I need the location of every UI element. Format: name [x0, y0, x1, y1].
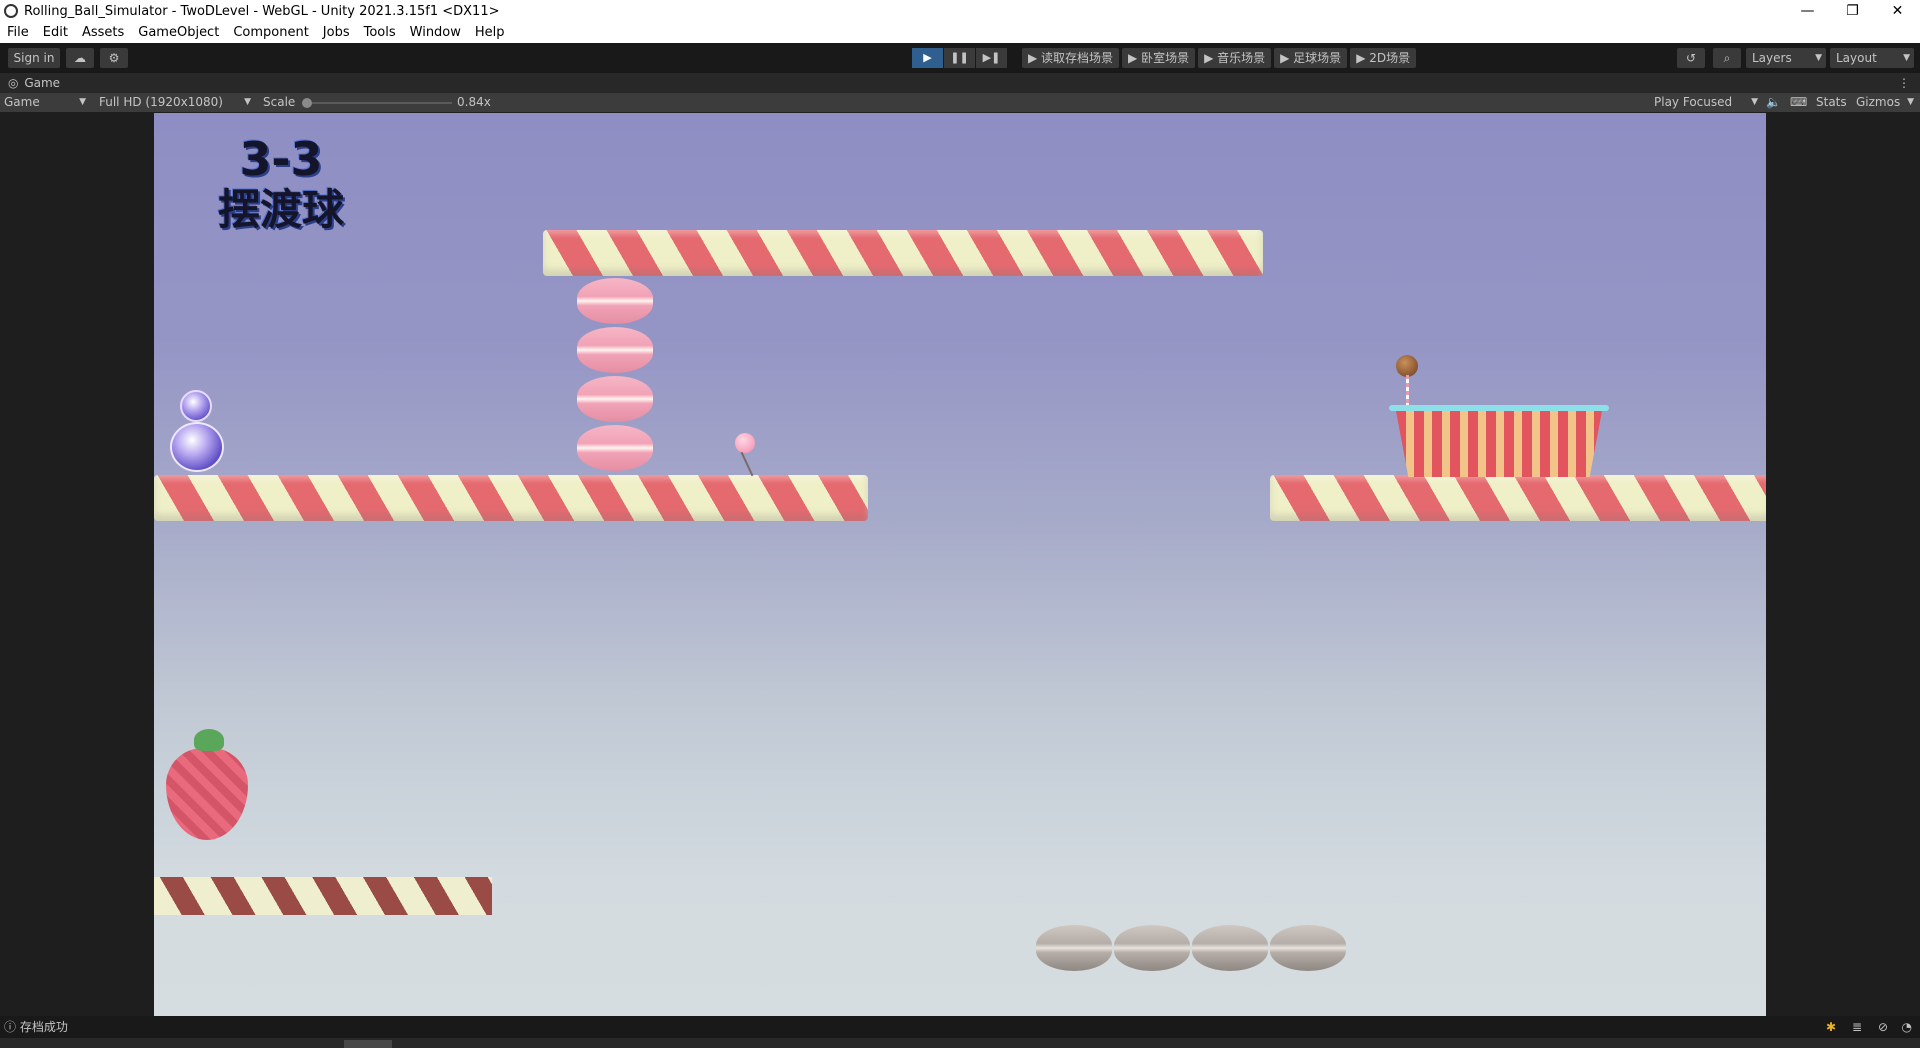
- display-dropdown[interactable]: Game ▼: [4, 93, 88, 112]
- layers-dropdown[interactable]: Layers ▼: [1746, 48, 1826, 68]
- taskbar-item[interactable]: [344, 1040, 392, 1048]
- menu-edit[interactable]: Edit: [36, 25, 75, 40]
- play-controls: ▶ ❚❚ ▶❚: [912, 48, 1008, 68]
- brown-striped-platform: [154, 877, 492, 915]
- scale-slider-track: [302, 102, 452, 104]
- chevron-down-icon: ▼: [244, 97, 251, 107]
- cloud-icon[interactable]: ☁: [66, 48, 94, 68]
- restore-button[interactable]: ❐: [1830, 0, 1875, 22]
- layers-label: Layers: [1752, 51, 1792, 65]
- keyboard-icon[interactable]: ⌨: [1790, 93, 1807, 112]
- player-ball-head: [180, 390, 212, 422]
- strawberry-leaf: [194, 729, 224, 751]
- scene-shortcuts: ▶ 读取存档场景 ▶ 卧室场景 ▶ 音乐场景 ▶ 足球场景 ▶ 2D场景: [1022, 48, 1419, 68]
- scale-label: Scale: [263, 95, 296, 109]
- history-icon[interactable]: ↺: [1677, 48, 1705, 68]
- window-controls: — ❐ ✕: [1785, 0, 1920, 22]
- bottom-strip: [0, 1038, 1920, 1048]
- layout-dropdown[interactable]: Layout ▼: [1830, 48, 1914, 68]
- play-mode-label: Play Focused: [1654, 95, 1733, 109]
- game-tab-bar: ◎ Game ⋮: [0, 73, 1920, 93]
- unity-logo-icon: [4, 4, 18, 18]
- stats-button[interactable]: Stats: [1816, 93, 1847, 112]
- more-options-icon[interactable]: ⋮: [1898, 73, 1910, 93]
- layout-label: Layout: [1836, 51, 1877, 65]
- pause-button[interactable]: ❚❚: [944, 48, 975, 68]
- scene-button-2d[interactable]: ▶ 2D场景: [1350, 48, 1417, 68]
- play-button[interactable]: ▶: [912, 48, 943, 68]
- play-mode-dropdown[interactable]: Play Focused ▼: [1654, 93, 1760, 112]
- player-ball-body: [170, 422, 224, 472]
- level-title: 3-3 摆渡球: [196, 133, 366, 235]
- tab-game[interactable]: Game: [24, 76, 60, 90]
- chevron-down-icon: ▼: [1815, 53, 1822, 63]
- game-view-bar: Game ▼ Full HD (1920x1080) ▼ Scale 0.84x…: [0, 93, 1920, 112]
- status-message: 存档成功: [19, 1020, 68, 1034]
- menu-bar: File Edit Assets GameObject Component Jo…: [0, 22, 1920, 43]
- menu-assets[interactable]: Assets: [75, 25, 131, 40]
- cache-server-icon[interactable]: ≣: [1852, 1016, 1862, 1038]
- goal-stick: [1406, 375, 1409, 407]
- audio-mute-icon[interactable]: 🔈: [1766, 93, 1781, 112]
- gizmos-dropdown[interactable]: Gizmos ▼: [1856, 93, 1916, 112]
- resolution-label: Full HD (1920x1080): [99, 95, 223, 109]
- lollipop: [735, 433, 755, 453]
- macaron-pink: [577, 376, 653, 422]
- scale-slider[interactable]: [302, 93, 452, 112]
- macaron-pink: [577, 327, 653, 373]
- debug-mode-icon[interactable]: ⊘: [1878, 1016, 1888, 1038]
- strawberry: [166, 748, 248, 840]
- sign-in-button[interactable]: Sign in: [8, 48, 60, 68]
- candy-cane-platform-left: [154, 475, 868, 521]
- menu-jobs[interactable]: Jobs: [316, 25, 357, 40]
- menu-window[interactable]: Window: [403, 25, 468, 40]
- lollipop-stick: [740, 451, 754, 477]
- info-icon: ⓘ: [4, 1020, 17, 1034]
- chevron-down-icon: ▼: [1903, 53, 1910, 63]
- menu-file[interactable]: File: [0, 25, 36, 40]
- chocolate-ball: [1396, 355, 1418, 377]
- display-label: Game: [4, 95, 40, 109]
- game-viewport[interactable]: 3-3 摆渡球: [154, 113, 1766, 1016]
- menu-gameobject[interactable]: GameObject: [131, 25, 226, 40]
- candy-cane-platform-right: [1270, 475, 1766, 521]
- menu-tools[interactable]: Tools: [357, 25, 403, 40]
- level-name: 摆渡球: [217, 185, 344, 234]
- window-titlebar: Rolling_Ball_Simulator - TwoDLevel - Web…: [0, 0, 1920, 22]
- scale-value: 0.84x: [457, 95, 491, 109]
- progress-icon[interactable]: ◔: [1902, 1016, 1912, 1038]
- macaron-grey: [1114, 925, 1190, 971]
- minimize-button[interactable]: —: [1785, 0, 1830, 22]
- scene-button-load-save[interactable]: ▶ 读取存档场景: [1022, 48, 1120, 68]
- gizmos-label: Gizmos: [1856, 95, 1901, 109]
- scale-slider-thumb[interactable]: [302, 98, 312, 108]
- chevron-down-icon: ▼: [1907, 97, 1914, 107]
- chevron-down-icon: ▼: [79, 97, 86, 107]
- bug-icon[interactable]: ✱: [1826, 1016, 1836, 1038]
- collab-icon[interactable]: ⚙: [100, 48, 128, 68]
- scene-button-music[interactable]: ▶ 音乐场景: [1198, 48, 1272, 68]
- step-button[interactable]: ▶❚: [976, 48, 1007, 68]
- menu-component[interactable]: Component: [226, 25, 315, 40]
- level-number: 3-3: [239, 132, 323, 186]
- scene-button-bedroom[interactable]: ▶ 卧室场景: [1122, 48, 1196, 68]
- window-title: Rolling_Ball_Simulator - TwoDLevel - Web…: [24, 3, 500, 19]
- chevron-down-icon: ▼: [1751, 97, 1758, 107]
- macaron-grey: [1192, 925, 1268, 971]
- candy-cane-platform-top: [543, 230, 1263, 276]
- search-icon[interactable]: ⌕: [1713, 48, 1741, 68]
- goal-cup-rim: [1389, 405, 1609, 411]
- macaron-pink: [577, 278, 653, 324]
- scene-button-football[interactable]: ▶ 足球场景: [1274, 48, 1348, 68]
- resolution-dropdown[interactable]: Full HD (1920x1080) ▼: [99, 93, 253, 112]
- gamepad-icon: ◎: [8, 76, 19, 90]
- menu-help[interactable]: Help: [468, 25, 512, 40]
- macaron-grey: [1036, 925, 1112, 971]
- close-button[interactable]: ✕: [1875, 0, 1920, 22]
- macaron-pink: [577, 425, 653, 471]
- goal-cup: [1396, 411, 1602, 477]
- main-toolbar: Sign in ☁ ⚙ ▶ ❚❚ ▶❚ ▶ 读取存档场景 ▶ 卧室场景 ▶ 音乐…: [0, 43, 1920, 73]
- macaron-grey: [1270, 925, 1346, 971]
- status-bar: ⓘ 存档成功 ✱ ≣ ⊘ ◔: [0, 1016, 1920, 1038]
